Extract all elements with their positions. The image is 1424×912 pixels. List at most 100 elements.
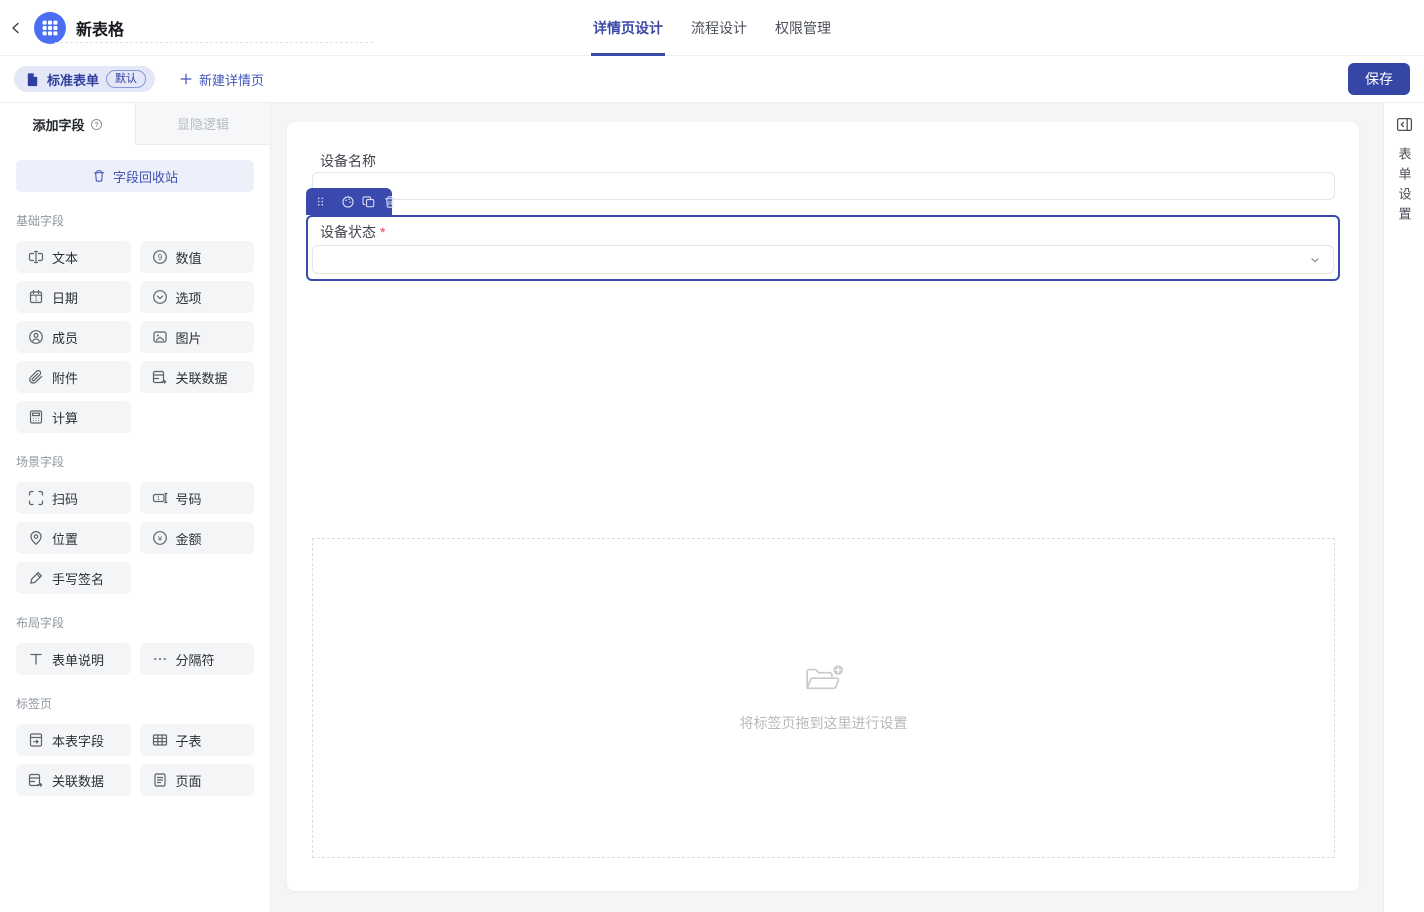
field-chip-date[interactable]: 1 日期	[16, 281, 131, 313]
selected-field-toolbar	[306, 188, 392, 215]
number-pad-icon: 1	[152, 490, 168, 506]
tab-visibility-logic[interactable]: 显隐逻辑	[135, 103, 270, 145]
form-canvas[interactable]: 设备名称 设备状态*	[287, 122, 1359, 891]
tab-add-fields[interactable]: 添加字段 ?	[0, 103, 135, 145]
chip-label: 计算	[52, 408, 78, 427]
plus-icon	[179, 72, 193, 86]
member-icon	[28, 329, 44, 345]
chip-label: 日期	[52, 288, 78, 307]
trash-icon	[92, 169, 106, 183]
chip-label: 子表	[176, 731, 202, 750]
form-text-icon	[28, 651, 44, 667]
field-chip-signature[interactable]: 手写签名	[16, 562, 131, 594]
form-settings-rail: 表单设置	[1383, 103, 1424, 912]
field-chip-linked-data-tab[interactable]: 关联数据	[16, 764, 131, 796]
field-chip-subtable[interactable]: 子表	[140, 724, 255, 756]
divider-icon	[152, 651, 168, 667]
section-basic-fields: 基础字段	[16, 212, 254, 229]
field-chip-option[interactable]: 选项	[140, 281, 255, 313]
chip-label: 关联数据	[176, 368, 228, 387]
field-chip-attachment[interactable]: 附件	[16, 361, 131, 393]
tab-detail-page-design[interactable]: 详情页设计	[591, 0, 665, 56]
delete-icon[interactable]	[383, 195, 397, 209]
form-pill-label: 标准表单	[47, 70, 99, 89]
field-chip-page[interactable]: 页面	[140, 764, 255, 796]
dropzone-hint: 将标签页拖到这里进行设置	[740, 713, 908, 733]
chip-label: 图片	[176, 328, 202, 347]
panel-collapse-icon[interactable]	[1396, 116, 1413, 133]
basic-fields-grid: 文本 9 数值 1 日期 选项	[16, 241, 254, 433]
chip-label: 数值	[176, 248, 202, 267]
svg-text:1: 1	[34, 297, 38, 303]
tab-page-dropzone[interactable]: 将标签页拖到这里进行设置	[312, 538, 1335, 858]
sidebar-content: 字段回收站 基础字段 文本 9 数值 1 日期	[0, 145, 270, 806]
standard-form-pill[interactable]: 标准表单 默认	[14, 66, 155, 92]
field-recycle-bin-button[interactable]: 字段回收站	[16, 160, 254, 192]
field-label-device-name: 设备名称	[320, 151, 376, 171]
app-table-icon	[34, 12, 66, 44]
chip-label: 扫码	[52, 489, 78, 508]
svg-text:?: ?	[94, 121, 98, 128]
field-chip-image[interactable]: 图片	[140, 321, 255, 353]
form-settings-label: 表单设置	[1395, 147, 1414, 227]
section-layout-fields: 布局字段	[16, 614, 254, 631]
option-icon	[152, 289, 168, 305]
date-icon: 1	[28, 289, 44, 305]
chip-label: 手写签名	[52, 569, 104, 588]
tab-add-fields-label: 添加字段	[32, 115, 84, 134]
field-chip-location[interactable]: 位置	[16, 522, 131, 554]
field-chip-form-note[interactable]: 表单说明	[16, 643, 131, 675]
field-chip-text[interactable]: 文本	[16, 241, 131, 273]
field-chip-scan[interactable]: 扫码	[16, 482, 131, 514]
new-detail-page-label: 新建详情页	[199, 70, 264, 89]
save-button[interactable]: 保存	[1348, 63, 1410, 95]
copy-icon[interactable]	[362, 195, 376, 209]
svg-text:¥: ¥	[157, 534, 162, 543]
page-title[interactable]: 新表格	[76, 16, 124, 40]
field-chip-number[interactable]: 9 数值	[140, 241, 255, 273]
field-chip-linked-data[interactable]: 关联数据	[140, 361, 255, 393]
chip-label: 选项	[176, 288, 202, 307]
svg-text:1: 1	[157, 496, 160, 502]
device-status-select[interactable]	[312, 245, 1334, 274]
money-icon: ¥	[152, 530, 168, 546]
sidebar-tabs: 添加字段 ? 显隐逻辑	[0, 103, 270, 145]
chevron-down-icon	[1307, 252, 1323, 273]
help-icon[interactable]: ?	[90, 118, 103, 131]
device-name-input[interactable]	[312, 172, 1335, 200]
signature-icon	[28, 570, 44, 586]
recycle-bin-label: 字段回收站	[113, 167, 178, 186]
chip-label: 本表字段	[52, 731, 104, 750]
field-chip-amount[interactable]: ¥ 金额	[140, 522, 255, 554]
linked-data-icon	[152, 369, 168, 385]
location-icon	[28, 530, 44, 546]
field-sidebar: 添加字段 ? 显隐逻辑 字段回收站 基础字段 文本	[0, 103, 271, 912]
palette-icon[interactable]	[341, 195, 355, 209]
field-label-device-status: 设备状态*	[320, 222, 385, 242]
chip-label: 附件	[52, 368, 78, 387]
field-chip-calculate[interactable]: 计算	[16, 401, 131, 433]
scene-fields-grid: 扫码 1 号码 位置 ¥ 金额	[16, 482, 254, 594]
chip-label: 表单说明	[52, 650, 104, 669]
text-field-icon	[28, 249, 44, 265]
field-chip-member[interactable]: 成员	[16, 321, 131, 353]
designer-main: 添加字段 ? 显隐逻辑 字段回收站 基础字段 文本	[0, 103, 1424, 912]
app-header: 新表格 详情页设计 流程设计 权限管理	[0, 0, 1424, 56]
page-icon	[152, 772, 168, 788]
chip-label: 页面	[176, 771, 202, 790]
image-icon	[152, 329, 168, 345]
tab-permission-management[interactable]: 权限管理	[773, 0, 833, 56]
selected-field-device-status[interactable]: 设备状态*	[306, 215, 1340, 281]
required-asterisk: *	[380, 224, 385, 240]
chip-label: 位置	[52, 529, 78, 548]
form-toolbar: 标准表单 默认 新建详情页 保存	[0, 56, 1424, 103]
back-button[interactable]	[8, 20, 24, 36]
new-detail-page-button[interactable]: 新建详情页	[179, 70, 264, 89]
field-chip-phone-number[interactable]: 1 号码	[140, 482, 255, 514]
subtable-icon	[152, 732, 168, 748]
tab-flow-design[interactable]: 流程设计	[689, 0, 749, 56]
field-chip-sheet-fields[interactable]: 本表字段	[16, 724, 131, 756]
field-chip-divider[interactable]: 分隔符	[140, 643, 255, 675]
main-tabs: 详情页设计 流程设计 权限管理	[591, 0, 833, 56]
drag-handle[interactable]	[314, 195, 327, 208]
